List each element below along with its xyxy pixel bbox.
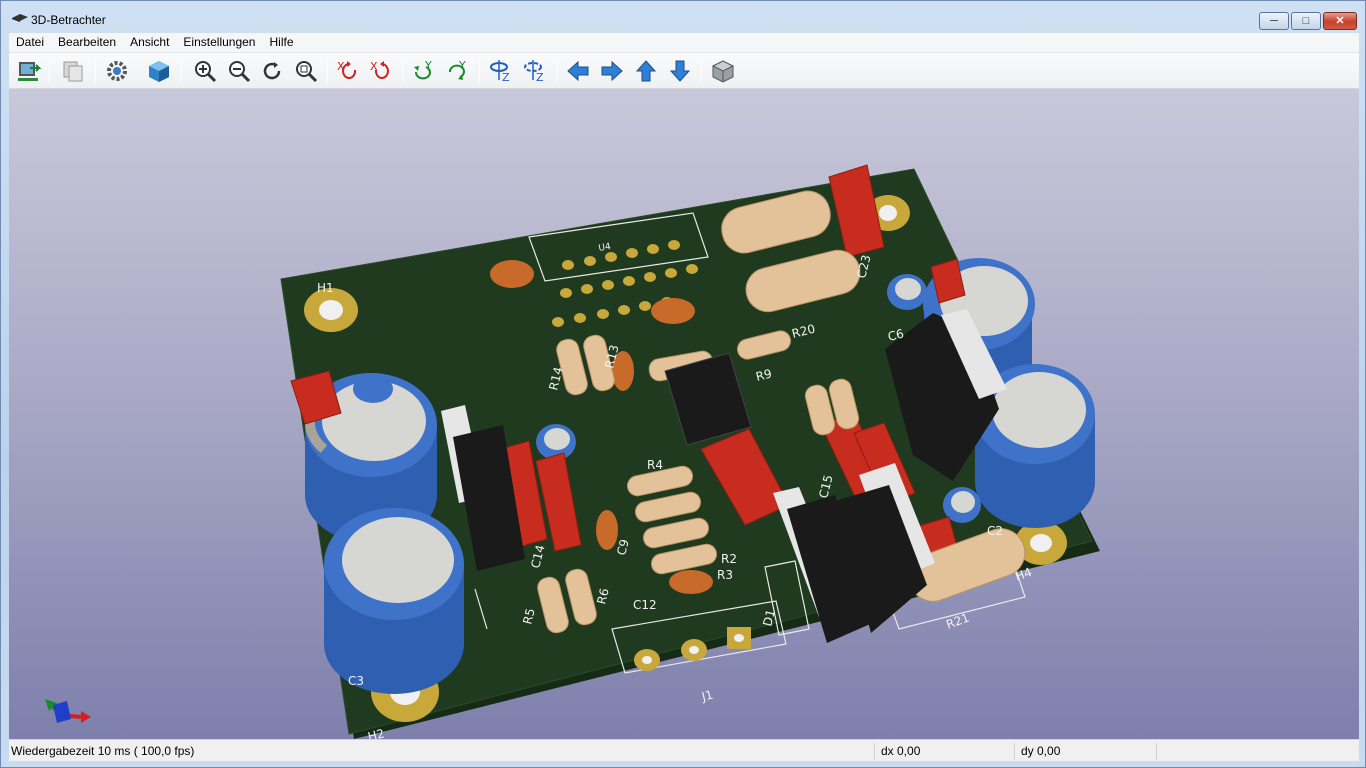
toolbar: X X Y Y Z Z <box>9 53 1359 89</box>
menu-einstellungen[interactable]: Einstellungen <box>176 33 262 52</box>
pan-right-icon[interactable] <box>598 57 626 85</box>
toolbar-separator <box>327 59 328 83</box>
rotate-z-ccw-icon[interactable]: Z <box>521 57 549 85</box>
maximize-button[interactable]: □ <box>1291 12 1321 30</box>
toolbar-separator <box>49 59 50 83</box>
toolbar-separator <box>95 59 96 83</box>
close-button[interactable]: ✕ <box>1323 12 1357 30</box>
svg-text:Z: Z <box>502 71 510 84</box>
label-c3: C3 <box>348 674 364 688</box>
zoom-out-icon[interactable] <box>225 57 253 85</box>
rotate-x-ccw-icon[interactable]: X <box>367 57 395 85</box>
close-icon: ✕ <box>1335 15 1345 27</box>
menu-ansicht[interactable]: Ansicht <box>123 33 176 52</box>
label-h1: H1 <box>317 281 334 295</box>
menu-bar: Datei Bearbeiten Ansicht Einstellungen H… <box>9 33 1359 53</box>
3d-box-icon[interactable] <box>145 57 173 85</box>
pan-up-icon[interactable] <box>632 57 660 85</box>
toolbar-separator <box>181 59 182 83</box>
rotate-z-cw-icon[interactable]: Z <box>487 57 515 85</box>
app-icon <box>12 14 28 22</box>
settings-icon[interactable] <box>103 57 131 85</box>
toolbar-separator <box>701 59 702 83</box>
toolbar-separator <box>402 59 403 83</box>
label-c2: C2 <box>987 524 1003 538</box>
title-bar[interactable]: 3D-Betrachter ─ □ ✕ <box>1 1 1366 33</box>
label-r3: R3 <box>717 568 733 582</box>
minimize-button[interactable]: ─ <box>1259 12 1289 30</box>
label-j1: J1 <box>699 688 714 705</box>
svg-text:Z: Z <box>536 71 544 84</box>
status-dy: dy 0,00 <box>1019 743 1157 760</box>
redraw-icon[interactable] <box>258 57 286 85</box>
main-window: 3D-Betrachter ─ □ ✕ Datei Bearbeiten Ans… <box>0 0 1366 768</box>
electrolytic-c3 <box>324 508 464 694</box>
rotate-y-cw-icon[interactable]: Y <box>410 57 438 85</box>
pcb-3d-render: H1 H2 H4 C3 C2 C6 C9 C12 C14 C15 C23 R2 … <box>45 164 1100 739</box>
status-dx: dx 0,00 <box>879 743 1015 760</box>
axis-gizmo-icon <box>45 699 91 723</box>
copy-image-icon[interactable] <box>59 57 87 85</box>
maximize-icon: □ <box>1302 15 1310 27</box>
menu-bearbeiten[interactable]: Bearbeiten <box>51 33 123 52</box>
ortho-view-icon[interactable] <box>709 57 737 85</box>
rotate-y-ccw-icon[interactable]: Y <box>444 57 472 85</box>
minimize-icon: ─ <box>1270 15 1278 27</box>
status-bar: Wiedergabezeit 10 ms ( 100,0 fps) dx 0,0… <box>9 739 1359 761</box>
svg-text:Y: Y <box>424 59 432 72</box>
window-title: 3D-Betrachter <box>31 13 106 27</box>
client-area: Datei Bearbeiten Ansicht Einstellungen H… <box>9 33 1359 761</box>
toolbar-separator <box>557 59 558 83</box>
label-r21: R21 <box>944 611 971 632</box>
label-r2: R2 <box>721 552 737 566</box>
menu-datei[interactable]: Datei <box>9 33 51 52</box>
pan-left-icon[interactable] <box>564 57 592 85</box>
label-r4: R4 <box>647 458 663 472</box>
rotate-x-cw-icon[interactable]: X <box>334 57 362 85</box>
pan-down-icon[interactable] <box>666 57 694 85</box>
zoom-in-icon[interactable] <box>191 57 219 85</box>
menu-hilfe[interactable]: Hilfe <box>262 33 300 52</box>
zoom-fit-icon[interactable] <box>292 57 320 85</box>
status-render-time: Wiedergabezeit 10 ms ( 100,0 fps) <box>9 743 875 760</box>
status-empty-cell <box>1161 743 1355 760</box>
reload-board-icon[interactable] <box>15 57 43 85</box>
label-c12: C12 <box>633 598 657 612</box>
3d-viewport[interactable]: H1 H2 H4 C3 C2 C6 C9 C12 C14 C15 C23 R2 … <box>9 89 1359 739</box>
toolbar-separator <box>479 59 480 83</box>
